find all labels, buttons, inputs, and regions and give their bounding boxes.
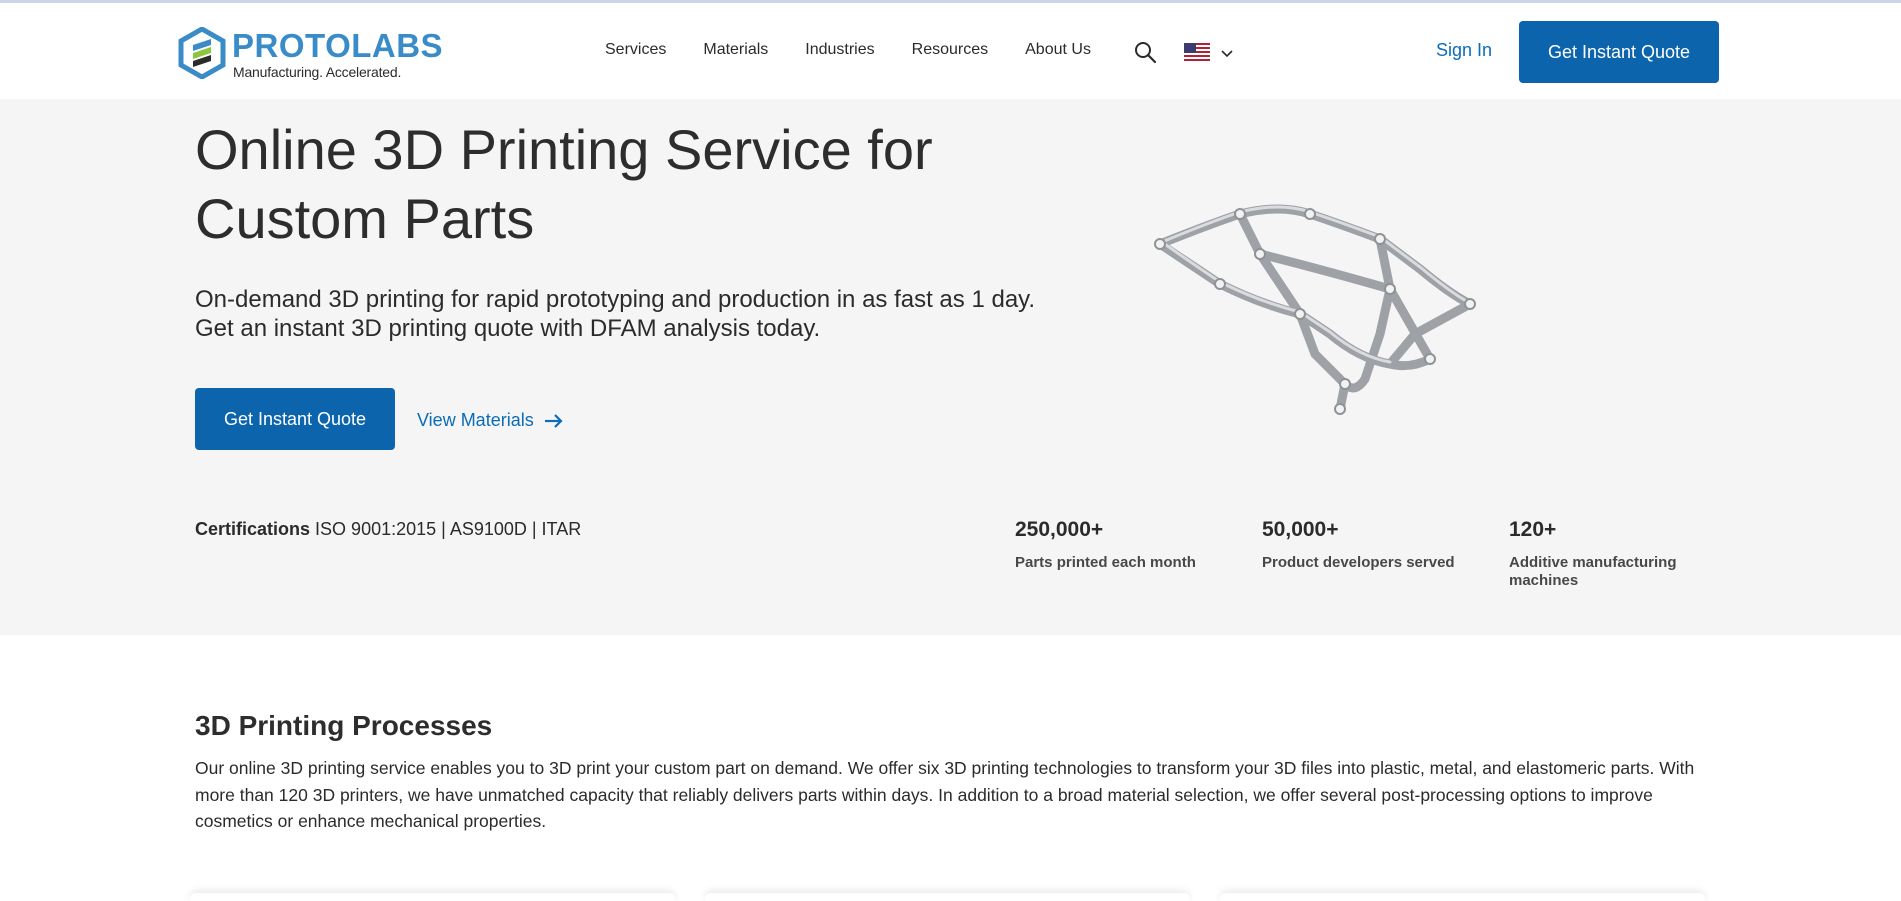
logo-wordmark: PROTOLABS: [232, 27, 444, 64]
3d-printed-metal-bracket-image: [1154, 204, 1476, 415]
nav-services[interactable]: Services: [605, 41, 666, 59]
stat-label: Additive manufacturing machines: [1509, 554, 1677, 589]
nav-about-us[interactable]: About Us: [1025, 41, 1091, 59]
process-card[interactable]: [1220, 893, 1705, 901]
certifications-label: Certifications: [195, 519, 311, 539]
stat-label: Product developers served: [1262, 554, 1455, 571]
stat-value: 250,000+: [1015, 518, 1104, 541]
stat-value: 50,000+: [1262, 518, 1339, 541]
processes-description: Our online 3D printing service enables y…: [195, 758, 1695, 831]
stat-parts-printed: 250,000+ Parts printed each month: [1015, 518, 1235, 572]
protolabs-logo-icon: [178, 27, 226, 79]
hero-get-instant-quote-button[interactable]: Get Instant Quote: [195, 388, 395, 450]
nav-industries[interactable]: Industries: [805, 41, 874, 59]
sign-in-link[interactable]: Sign In: [1436, 40, 1492, 61]
hero-section: Online 3D Printing Service for Custom Pa…: [0, 99, 1901, 635]
page-title: Online 3D Printing Service for Custom Pa…: [195, 118, 933, 250]
stat-am-machines: 120+ Additive manufacturing machines: [1509, 518, 1699, 590]
logo-tagline: Manufacturing. Accelerated.: [233, 64, 402, 80]
protolabs-logo[interactable]: PROTOLABS Manufacturing. Accelerated.: [178, 25, 443, 81]
main-nav: Services Materials Industries Resources …: [605, 41, 1128, 59]
search-icon[interactable]: [1133, 40, 1157, 64]
process-card[interactable]: [190, 893, 675, 901]
site-header: PROTOLABS Manufacturing. Accelerated. Se…: [0, 3, 1901, 99]
hero-subtitle: On-demand 3D printing for rapid prototyp…: [195, 286, 1036, 342]
header-get-instant-quote-button[interactable]: Get Instant Quote: [1519, 21, 1719, 83]
nav-resources[interactable]: Resources: [912, 41, 988, 59]
view-materials-link[interactable]: View Materials: [417, 410, 564, 431]
locale-selector[interactable]: [1184, 41, 1236, 65]
view-materials-label: View Materials: [417, 410, 534, 430]
certifications: Certifications ISO 9001:2015 | AS9100D |…: [195, 519, 581, 540]
arrow-right-icon: [544, 413, 563, 428]
stat-label: Parts printed each month: [1015, 554, 1196, 571]
processes-heading: 3D Printing Processes: [195, 710, 493, 741]
us-flag-icon: [1184, 43, 1210, 63]
chevron-down-icon: [1221, 50, 1233, 58]
nav-materials[interactable]: Materials: [703, 41, 768, 59]
stat-developers-served: 50,000+ Product developers served: [1262, 518, 1482, 572]
process-card[interactable]: [705, 893, 1190, 901]
certifications-value: ISO 9001:2015 | AS9100D | ITAR: [315, 519, 582, 539]
stat-value: 120+: [1509, 518, 1557, 541]
